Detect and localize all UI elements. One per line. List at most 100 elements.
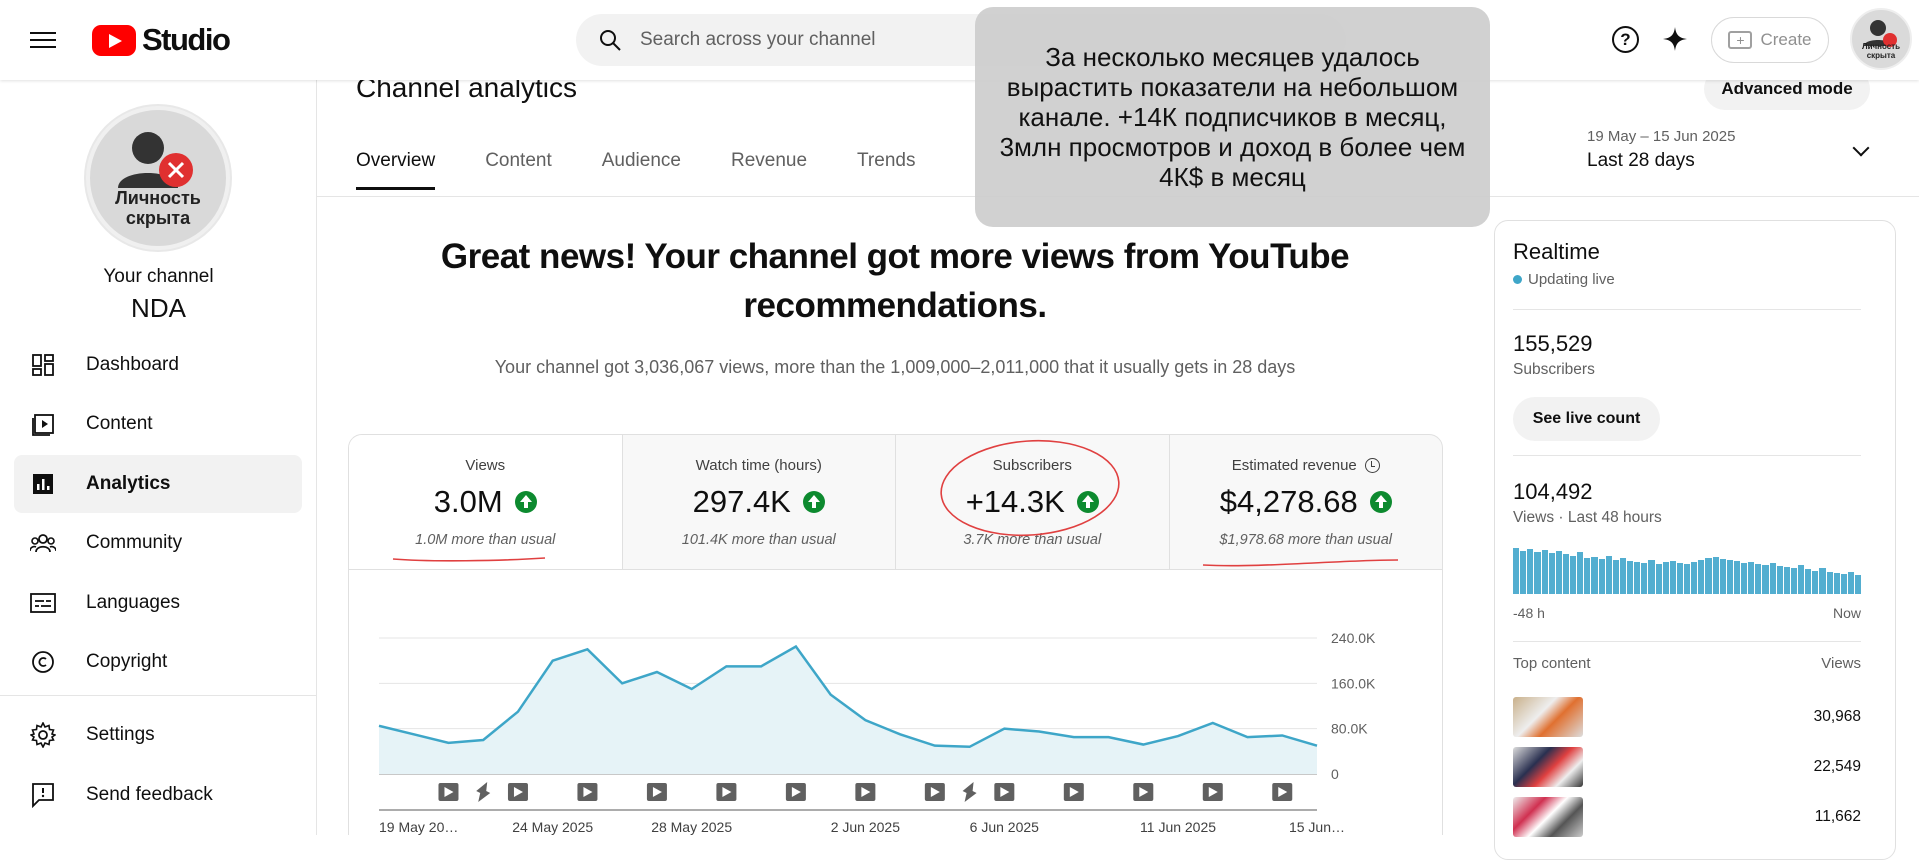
x-tick-label: 24 May 2025 xyxy=(512,819,593,835)
gear-icon xyxy=(30,722,56,748)
date-range: 19 May – 15 Jun 2025 xyxy=(1587,128,1736,145)
realtime-bar xyxy=(1676,563,1683,594)
realtime-bar xyxy=(1548,553,1555,594)
realtime-bar xyxy=(1555,551,1562,594)
arrow-up-icon xyxy=(514,491,537,513)
sidebar-item-analytics[interactable]: Analytics xyxy=(14,455,302,513)
community-icon xyxy=(30,530,56,556)
realtime-bar xyxy=(1805,569,1812,594)
sidebar-item-content[interactable]: Content xyxy=(14,395,302,453)
your-channel-label: Your channel xyxy=(103,266,214,287)
top-bar: Studio ? + Create Личность скрыта xyxy=(0,0,1919,80)
views-label: Views · Last 48 hours xyxy=(1513,509,1662,526)
metric-card-views[interactable]: Views 3.0M 1.0M more than usual xyxy=(349,435,623,569)
copyright-icon xyxy=(30,649,56,675)
realtime-bar xyxy=(1612,560,1619,594)
overlay-note: За несколько месяцев удалось вырастить п… xyxy=(975,7,1490,227)
realtime-bar xyxy=(1684,564,1691,594)
sparkle-icon[interactable] xyxy=(1660,24,1690,54)
metric-note: 1.0M more than usual xyxy=(415,532,556,548)
sidebar-divider xyxy=(0,695,317,696)
sidebar-item-languages[interactable]: Languages xyxy=(14,574,302,632)
insight-headline: Great news! Your channel got more views … xyxy=(440,237,1350,325)
date-range-picker[interactable]: 19 May – 15 Jun 2025 Last 28 days xyxy=(1587,128,1870,180)
realtime-bar xyxy=(1641,563,1648,594)
sidebar-item-settings[interactable]: Settings xyxy=(14,706,302,764)
avatar-caption-line1: Личность xyxy=(115,188,201,208)
metric-card-watch-time[interactable]: Watch time (hours) 297.4K 101.4K more th… xyxy=(623,435,896,569)
tab-revenue[interactable]: Revenue xyxy=(731,150,807,190)
tab-overview[interactable]: Overview xyxy=(356,150,436,190)
realtime-bar-chart[interactable] xyxy=(1513,548,1862,594)
divider xyxy=(1513,455,1861,456)
realtime-bar xyxy=(1627,561,1634,594)
realtime-bar xyxy=(1534,552,1541,594)
channel-name[interactable]: NDA xyxy=(0,293,317,324)
tab-audience[interactable]: Audience xyxy=(602,150,681,190)
top-content-label: Top content xyxy=(1513,655,1591,672)
x-tick-label: 15 Jun… xyxy=(1289,819,1345,835)
metric-card-revenue[interactable]: Estimated revenue $4,278.68 $1,978.68 mo… xyxy=(1170,435,1443,569)
sidebar-item-send-feedback[interactable]: Send feedback xyxy=(14,766,302,824)
create-button[interactable]: + Create xyxy=(1711,17,1829,63)
realtime-bar xyxy=(1662,562,1669,594)
divider xyxy=(1513,309,1861,310)
realtime-bar xyxy=(1698,560,1705,594)
sidebar-item-label: Send feedback xyxy=(86,784,213,805)
sidebar: Личность скрыта Your channel NDA Dashboa… xyxy=(0,80,317,835)
views-chart[interactable]: 240.0K 160.0K 80.0K 0 19 May 20… 24 May 2025 2… xyxy=(348,570,1443,835)
subscribers-label: Subscribers xyxy=(1513,361,1595,378)
realtime-bar xyxy=(1691,562,1698,594)
avatar-person-icon xyxy=(1864,20,1897,47)
shorts-marker-icon xyxy=(476,782,491,802)
realtime-bar xyxy=(1570,555,1577,594)
live-status: Updating live xyxy=(1513,271,1615,288)
video-thumbnail xyxy=(1513,797,1583,837)
create-label: Create xyxy=(1760,30,1812,49)
channel-avatar[interactable]: Личность скрыта xyxy=(86,106,230,250)
realtime-panel: Realtime Updating live 155,529 Subscribe… xyxy=(1494,220,1896,860)
divider xyxy=(1513,641,1861,642)
account-avatar[interactable]: Личность скрыта xyxy=(1850,8,1912,70)
help-icon[interactable]: ? xyxy=(1612,26,1639,53)
realtime-bar xyxy=(1819,568,1826,594)
feedback-icon xyxy=(30,782,56,808)
realtime-bar xyxy=(1855,574,1862,594)
realtime-bar xyxy=(1726,560,1733,594)
sidebar-item-copyright[interactable]: Copyright xyxy=(14,633,302,691)
metric-card-subscribers[interactable]: Subscribers +14.3K 3.7K more than usual xyxy=(896,435,1170,569)
menu-icon[interactable] xyxy=(30,27,56,51)
clock-icon xyxy=(1364,458,1380,473)
sidebar-item-dashboard[interactable]: Dashboard xyxy=(14,336,302,394)
axis-start: -48 h xyxy=(1513,605,1545,621)
realtime-bar xyxy=(1741,563,1748,594)
top-content-item[interactable]: 30,968 xyxy=(1513,697,1861,737)
arrow-up-icon xyxy=(1369,491,1392,513)
y-tick-label: 160.0K xyxy=(1331,675,1376,691)
video-thumbnail xyxy=(1513,697,1583,737)
tab-trends[interactable]: Trends xyxy=(857,150,915,190)
realtime-bar xyxy=(1527,549,1534,594)
sidebar-item-label: Dashboard xyxy=(86,354,179,375)
metric-value: $4,278.68 xyxy=(1219,484,1358,519)
live-dot-icon xyxy=(1513,275,1522,284)
sidebar-item-label: Settings xyxy=(86,724,155,745)
sidebar-item-label: Community xyxy=(86,532,183,553)
x-tick-label: 6 Jun 2025 xyxy=(970,819,1039,835)
realtime-bar xyxy=(1591,557,1598,594)
views-chart-svg: 240.0K 160.0K 80.0K 0 19 May 20… 24 May 2025 2… xyxy=(378,630,1376,835)
studio-logo[interactable]: Studio xyxy=(92,22,231,58)
realtime-bar xyxy=(1840,573,1847,594)
video-thumbnail xyxy=(1513,747,1583,787)
tab-content[interactable]: Content xyxy=(485,150,552,190)
sidebar-item-community[interactable]: Community xyxy=(14,514,302,572)
top-content-item[interactable]: 22,549 xyxy=(1513,747,1861,787)
top-content-item[interactable]: 11,662 xyxy=(1513,797,1861,837)
see-live-count-button[interactable]: See live count xyxy=(1513,397,1660,441)
shorts-marker-icon xyxy=(962,782,977,802)
realtime-bar xyxy=(1719,559,1726,594)
metric-note: 3.7K more than usual xyxy=(963,532,1102,548)
x-tick-label: 11 Jun 2025 xyxy=(1140,819,1216,835)
avatar-caption-line2: скрыта xyxy=(125,208,191,228)
realtime-bar xyxy=(1634,562,1641,594)
